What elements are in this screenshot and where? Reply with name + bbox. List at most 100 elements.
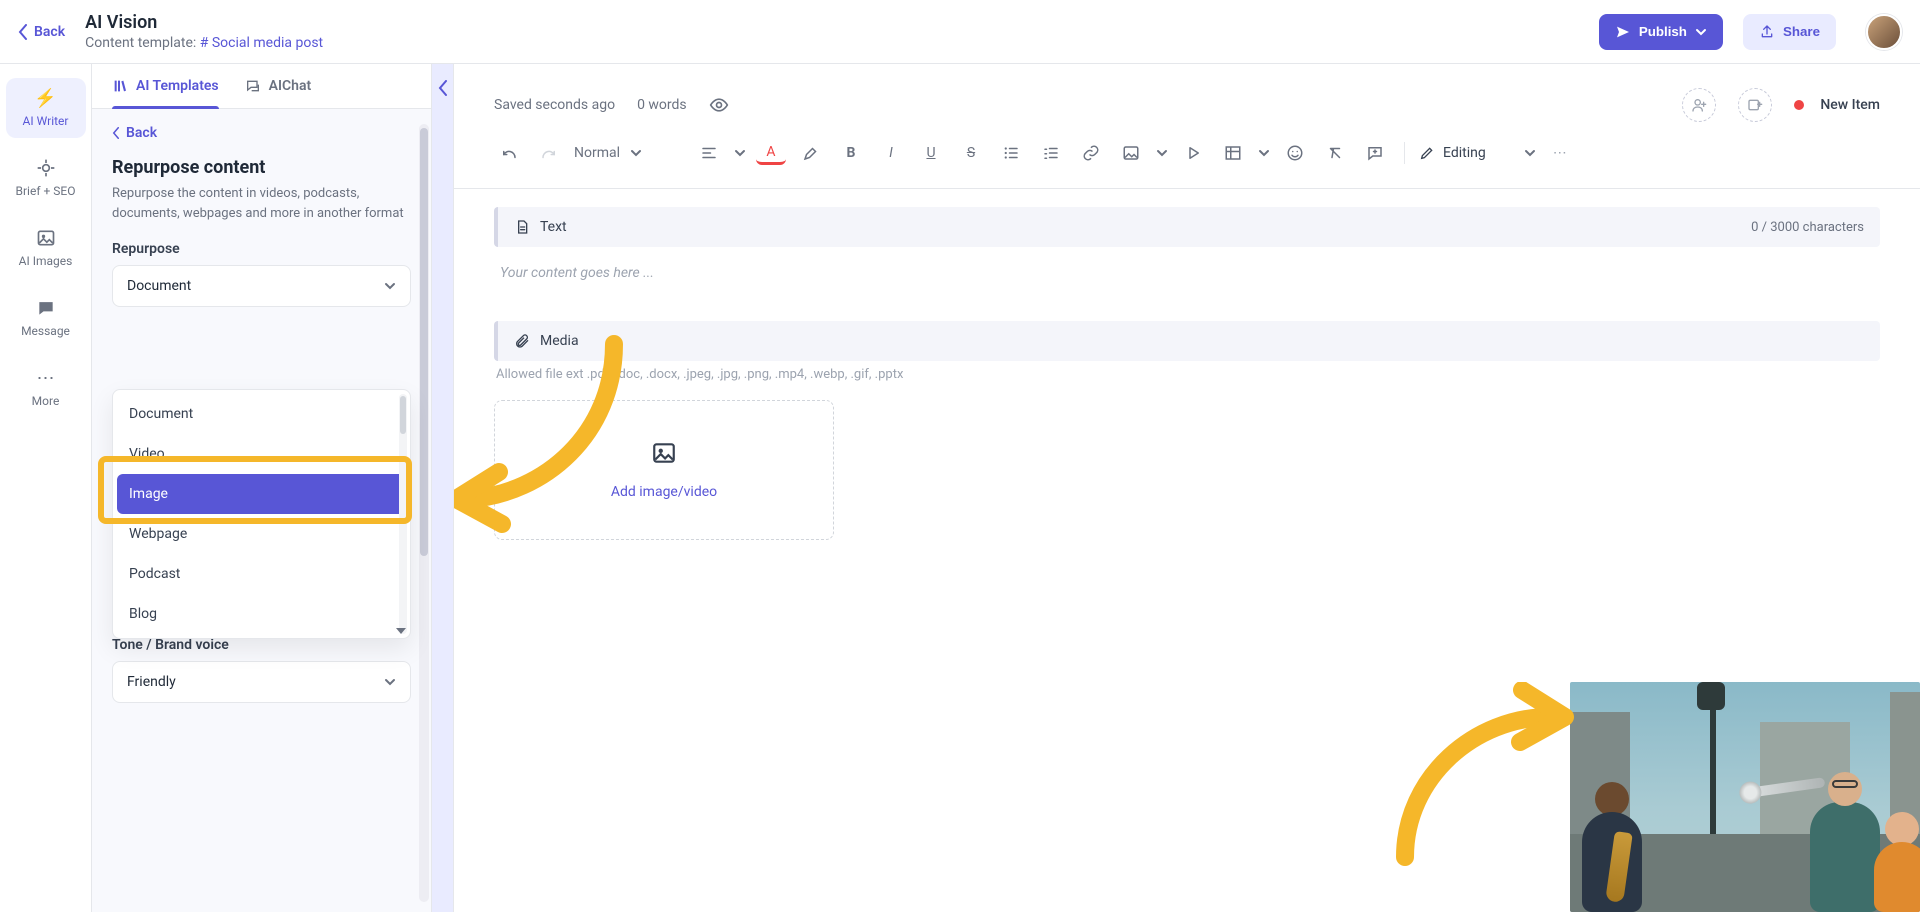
header-back-button[interactable]: Back [18,24,65,40]
char-counter: 0 / 3000 characters [1751,220,1864,235]
media-allowed-hint: Allowed file ext .pdf, .doc, .docx, .jpe… [496,367,1880,382]
option-podcast[interactable]: Podcast [117,554,406,594]
editor-area: Saved seconds ago 0 words New Item Norma… [454,64,1920,912]
panel-title: Repurpose content [112,157,411,178]
field-label-repurpose: Repurpose [112,241,411,257]
chevron-down-icon [1695,26,1707,38]
preview-person-right [1874,812,1920,912]
number-list-button[interactable] [1036,138,1066,168]
send-icon [1615,24,1631,40]
field-label-tone: Tone / Brand voice [112,637,411,653]
italic-button[interactable]: I [876,138,906,168]
mode-select[interactable]: Editing [1419,145,1536,161]
panel-collapse-handle[interactable] [432,64,454,912]
bold-button[interactable]: B [836,138,866,168]
panel-back-button[interactable]: Back [112,125,411,141]
insert-image-button[interactable] [1116,138,1146,168]
emoji-button[interactable] [1280,138,1310,168]
subtitle-prefix: Content template: [85,35,196,51]
text-placeholder[interactable]: Your content goes here ... [494,253,1880,321]
section-media-label: Media [540,333,579,349]
option-webpage[interactable]: Webpage [117,514,406,554]
pencil-icon [1419,145,1435,161]
chevron-left-icon [438,80,448,96]
insert-table-button[interactable] [1218,138,1248,168]
bullet-list-button[interactable] [996,138,1026,168]
chevron-down-icon [1156,147,1168,159]
section-text-label: Text [540,219,567,235]
template-link[interactable]: # Social media post [200,35,323,51]
redo-button[interactable] [534,138,564,168]
align-button[interactable] [694,138,724,168]
header-title-block: AI Vision Content template: # Social med… [85,11,323,53]
header-back-label: Back [34,24,65,40]
page-subtitle: Content template: # Social media post [85,34,323,52]
mode-label: Editing [1443,145,1486,161]
share-button[interactable]: Share [1743,14,1836,50]
option-image[interactable]: Image [117,474,406,514]
user-avatar[interactable] [1866,14,1902,50]
panel-scrollbar-thumb[interactable] [420,128,428,556]
media-uploader[interactable]: Add image/video [494,400,834,540]
option-document[interactable]: Document [117,394,406,434]
bolt-icon: ⚡ [36,88,56,108]
publish-button[interactable]: Publish [1599,14,1723,50]
rail-label: AI Writer [23,114,69,128]
add-channel-button[interactable] [1738,88,1772,122]
text-color-button[interactable]: A [756,141,786,165]
repurpose-select[interactable]: Document [112,265,411,307]
share-icon [1759,24,1775,40]
more-icon: ⋯ [36,368,56,388]
share-label: Share [1783,24,1820,39]
chevron-left-icon [18,24,28,40]
dropdown-scrollbar[interactable] [399,394,407,634]
visibility-icon[interactable] [709,95,729,115]
chevron-down-icon [384,280,396,292]
page-title: AI Vision [85,11,323,34]
save-status: Saved seconds ago [494,97,615,113]
option-blog[interactable]: Blog [117,594,406,634]
tone-select[interactable]: Friendly [112,661,411,703]
undo-button[interactable] [494,138,524,168]
publish-label: Publish [1639,24,1687,39]
tab-label: AI Templates [136,78,219,94]
paperclip-icon [514,333,530,349]
section-media-header: Media [494,321,1880,361]
clear-format-button[interactable] [1320,138,1350,168]
comment-button[interactable] [1360,138,1390,168]
toolbar-more-button[interactable]: ⋯ [1546,138,1576,168]
document-body: Text 0 / 3000 characters Your content go… [454,189,1920,588]
underline-button[interactable]: U [916,138,946,168]
rail-brief-seo[interactable]: Brief + SEO [6,148,86,208]
app-header: Back AI Vision Content template: # Socia… [0,0,1920,64]
link-button[interactable] [1076,138,1106,168]
panel-description: Repurpose the content in videos, podcast… [112,184,411,223]
panel-scrollbar-track[interactable] [419,124,429,902]
option-video[interactable]: Video [117,434,406,474]
chevron-down-icon [630,147,642,159]
item-status[interactable]: New Item [1794,97,1880,113]
image-plus-icon [1747,97,1763,113]
library-icon [112,78,128,94]
tab-ai-templates[interactable]: AI Templates [112,78,219,108]
item-status-label: New Item [1820,97,1880,113]
tab-label: AIChat [269,78,312,94]
rail-ai-writer[interactable]: ⚡ AI Writer [6,78,86,138]
highlight-button[interactable] [796,138,826,168]
repurpose-dropdown: Document Video Image Webpage Podcast Blo… [112,389,411,639]
nav-rail: ⚡ AI Writer Brief + SEO AI Images Messag… [0,64,92,912]
add-collaborator-button[interactable] [1682,88,1716,122]
tab-ai-chat[interactable]: AIChat [245,78,312,108]
word-count: 0 words [637,97,687,113]
insert-video-button[interactable] [1178,138,1208,168]
rail-message[interactable]: Message [6,288,86,348]
chat-icon [245,78,261,94]
panel-tabs: AI Templates AIChat [92,64,431,109]
dropdown-resize-icon [396,628,406,634]
rail-ai-images[interactable]: AI Images [6,218,86,278]
strike-button[interactable]: S [956,138,986,168]
section-text-header: Text 0 / 3000 characters [494,207,1880,247]
preview-person-center [1810,772,1880,912]
paragraph-style-select[interactable]: Normal [574,145,684,161]
rail-more[interactable]: ⋯ More [6,358,86,418]
